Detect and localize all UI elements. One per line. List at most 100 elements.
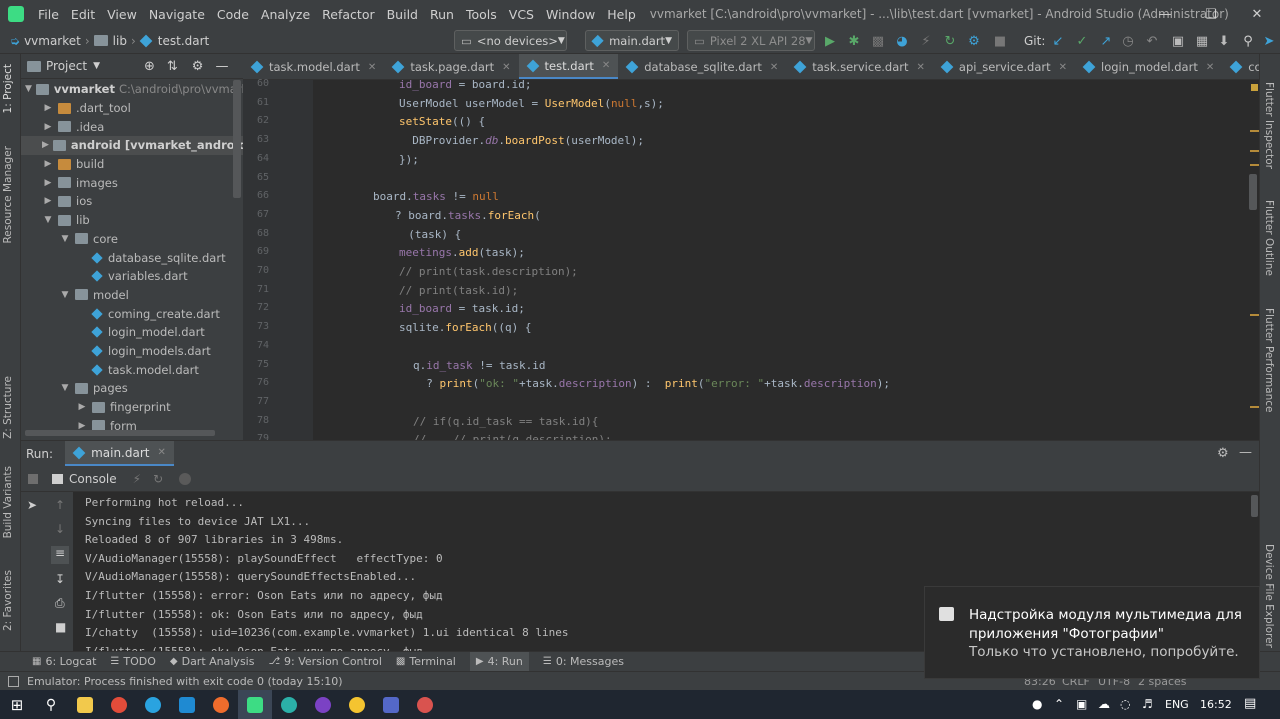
run-config-selector[interactable]: main.dart ▼ <box>585 30 679 51</box>
debug-icon[interactable]: ✱ <box>846 33 862 49</box>
soft-wrap-icon[interactable]: ≡ <box>51 546 69 564</box>
code-line[interactable]: // if(q.id_task == task.id){ <box>413 415 598 428</box>
tree-item[interactable]: ▶ android [vvmarket_android] <box>21 136 252 155</box>
attach-debugger-icon[interactable]: ⚙ <box>966 33 982 49</box>
close-tab-icon[interactable]: ✕ <box>1059 62 1067 73</box>
chevron-up-icon[interactable]: ⌃ <box>1054 697 1064 711</box>
menu-window[interactable]: Window <box>540 7 601 22</box>
notifications-icon[interactable]: ▤ <box>1244 696 1256 711</box>
tool-messages[interactable]: ☰ 0: Messages <box>543 655 624 668</box>
tool-run[interactable]: ▶ 4: Run <box>469 652 529 671</box>
expanded-arrow-icon[interactable]: ▼ <box>25 84 32 94</box>
menu-refactor[interactable]: Refactor <box>316 7 380 22</box>
collapsed-arrow-icon[interactable]: ▶ <box>42 159 54 169</box>
close-tab-icon[interactable]: ✕ <box>917 62 925 73</box>
print-icon[interactable]: ⎙ <box>55 596 65 611</box>
breadcrumb-file[interactable]: test.dart <box>158 34 209 48</box>
console-output[interactable]: Performing hot reload... Syncing files to… <box>85 494 568 661</box>
locate-icon[interactable]: ⊕ <box>144 59 155 74</box>
tree-item[interactable]: ▼ vvmarket C:\android\pro\vvmarket <box>21 80 259 99</box>
code-line[interactable]: q.id_task != task.id <box>413 359 545 372</box>
tree-item[interactable]: variables.dart <box>21 267 243 286</box>
editor-tab[interactable]: coming_create.da✕ <box>1222 54 1259 79</box>
analysis-status-icon[interactable] <box>1251 84 1258 91</box>
coverage-icon[interactable]: ▩ <box>870 33 886 49</box>
code-line[interactable]: // print(task.id); <box>399 284 518 297</box>
close-tab-icon[interactable]: ✕ <box>502 62 510 73</box>
hot-restart-icon[interactable]: ↻ <box>153 472 163 486</box>
expanded-arrow-icon[interactable]: ▼ <box>42 215 54 225</box>
network-icon[interactable]: ▣ <box>1076 697 1087 711</box>
tool-window-flutter-performance[interactable]: Flutter Performance <box>1263 308 1275 413</box>
breadcrumb-lib[interactable]: lib <box>113 34 127 48</box>
menu-build[interactable]: Build <box>381 7 424 22</box>
volume-icon[interactable]: ♬ <box>1142 697 1153 711</box>
menu-code[interactable]: Code <box>211 7 255 22</box>
minimize-icon[interactable]: — <box>1142 0 1188 28</box>
project-scrollbar[interactable] <box>233 80 241 198</box>
sdk-manager-icon[interactable]: ⬇ <box>1216 33 1232 49</box>
collapsed-arrow-icon[interactable]: ▶ <box>76 402 88 412</box>
run-icon[interactable]: ▶ <box>822 33 838 49</box>
code-line[interactable]: (task) { <box>395 228 461 241</box>
cloud-icon[interactable]: ☁ <box>1098 697 1110 711</box>
editor-scrollbar[interactable] <box>1249 174 1257 210</box>
tree-item[interactable]: ▼ core <box>21 230 243 249</box>
layout-icon[interactable] <box>8 675 19 687</box>
menu-analyze[interactable]: Analyze <box>255 7 316 22</box>
wifi-icon[interactable]: ◌ <box>1120 697 1130 711</box>
editor-tab[interactable]: database_sqlite.dart ✕ <box>618 54 786 79</box>
warning-marker[interactable] <box>1250 406 1259 408</box>
scroll-to-end-icon[interactable]: ↧ <box>55 572 65 586</box>
emulator-selector[interactable]: ▭ Pixel 2 XL API 28 ▼ <box>687 30 815 51</box>
tree-item[interactable]: ▼ pages <box>21 379 243 398</box>
status-message[interactable]: Emulator: Process finished with exit cod… <box>27 675 343 688</box>
editor-tab[interactable]: task.service.dart ✕ <box>786 54 933 79</box>
git-update-icon[interactable]: ↙ <box>1050 33 1066 49</box>
search-icon[interactable]: ⚲ <box>1240 33 1256 49</box>
editor-tab[interactable]: task.page.dart ✕ <box>384 54 518 79</box>
start-button[interactable]: ⊞ <box>0 690 34 719</box>
warning-marker[interactable] <box>1250 130 1259 132</box>
code-line[interactable]: UserModel userModel = UserModel(null,s); <box>399 97 664 110</box>
git-push-icon[interactable]: ↗ <box>1098 33 1114 49</box>
gear-icon[interactable]: ⚙ <box>1217 446 1229 461</box>
close-icon[interactable]: ✕ <box>1234 0 1280 28</box>
arrow-up-icon[interactable]: ↑ <box>55 498 65 512</box>
close-tab-icon[interactable]: ✕ <box>1206 62 1214 73</box>
tool-dart-analysis[interactable]: ◆ Dart Analysis <box>170 655 255 668</box>
collapse-all-icon[interactable]: ⇅ <box>167 59 178 74</box>
search-button[interactable]: ⚲ <box>34 690 68 719</box>
tree-item[interactable]: login_model.dart <box>21 323 243 342</box>
hot-reload-icon[interactable]: ⚡ <box>133 472 141 486</box>
tree-item[interactable]: ▶ build <box>21 155 243 174</box>
taskbar-android-studio[interactable] <box>238 690 272 719</box>
tree-item[interactable]: task.model.dart <box>21 360 243 379</box>
taskbar-app-purple[interactable] <box>306 690 340 719</box>
tree-item[interactable]: ▼ lib <box>21 211 243 230</box>
taskbar-vscode[interactable] <box>170 690 204 719</box>
avd-manager-icon[interactable]: ▦ <box>1194 33 1210 49</box>
collapsed-arrow-icon[interactable]: ▶ <box>42 103 54 113</box>
trash-icon[interactable]: ■ <box>55 620 66 634</box>
close-tab-icon[interactable]: ✕ <box>770 62 778 73</box>
taskbar-app-blue[interactable] <box>374 690 408 719</box>
project-view-selector[interactable]: Project <box>46 59 87 73</box>
tree-item[interactable]: ▼ model <box>21 286 243 305</box>
editor-tab[interactable]: login_model.dart ✕ <box>1075 54 1222 79</box>
flutter-icon[interactable]: ➤ <box>1261 33 1277 49</box>
collapsed-arrow-icon[interactable]: ▶ <box>42 178 54 188</box>
tree-item[interactable]: ▶ fingerprint <box>21 398 243 417</box>
code-line[interactable]: sqlite.forEach((q) { <box>399 321 531 334</box>
code-line[interactable]: DBProvider.db.boardPost(userModel); <box>399 134 644 147</box>
stop-icon[interactable] <box>28 473 38 484</box>
tool-window-structure[interactable]: Z: Structure <box>2 376 14 439</box>
editor-tab[interactable]: api_service.dart ✕ <box>933 54 1075 79</box>
tool-window-project[interactable]: 1: Project <box>2 64 14 113</box>
people-icon[interactable]: ● <box>1032 697 1042 711</box>
menu-file[interactable]: File <box>32 7 65 22</box>
tool-window-favorites[interactable]: 2: Favorites <box>2 570 14 631</box>
tree-item[interactable]: ▶ images <box>21 173 243 192</box>
tool-version-control[interactable]: ⎇ 9: Version Control <box>268 655 381 668</box>
record-icon[interactable] <box>179 472 192 485</box>
